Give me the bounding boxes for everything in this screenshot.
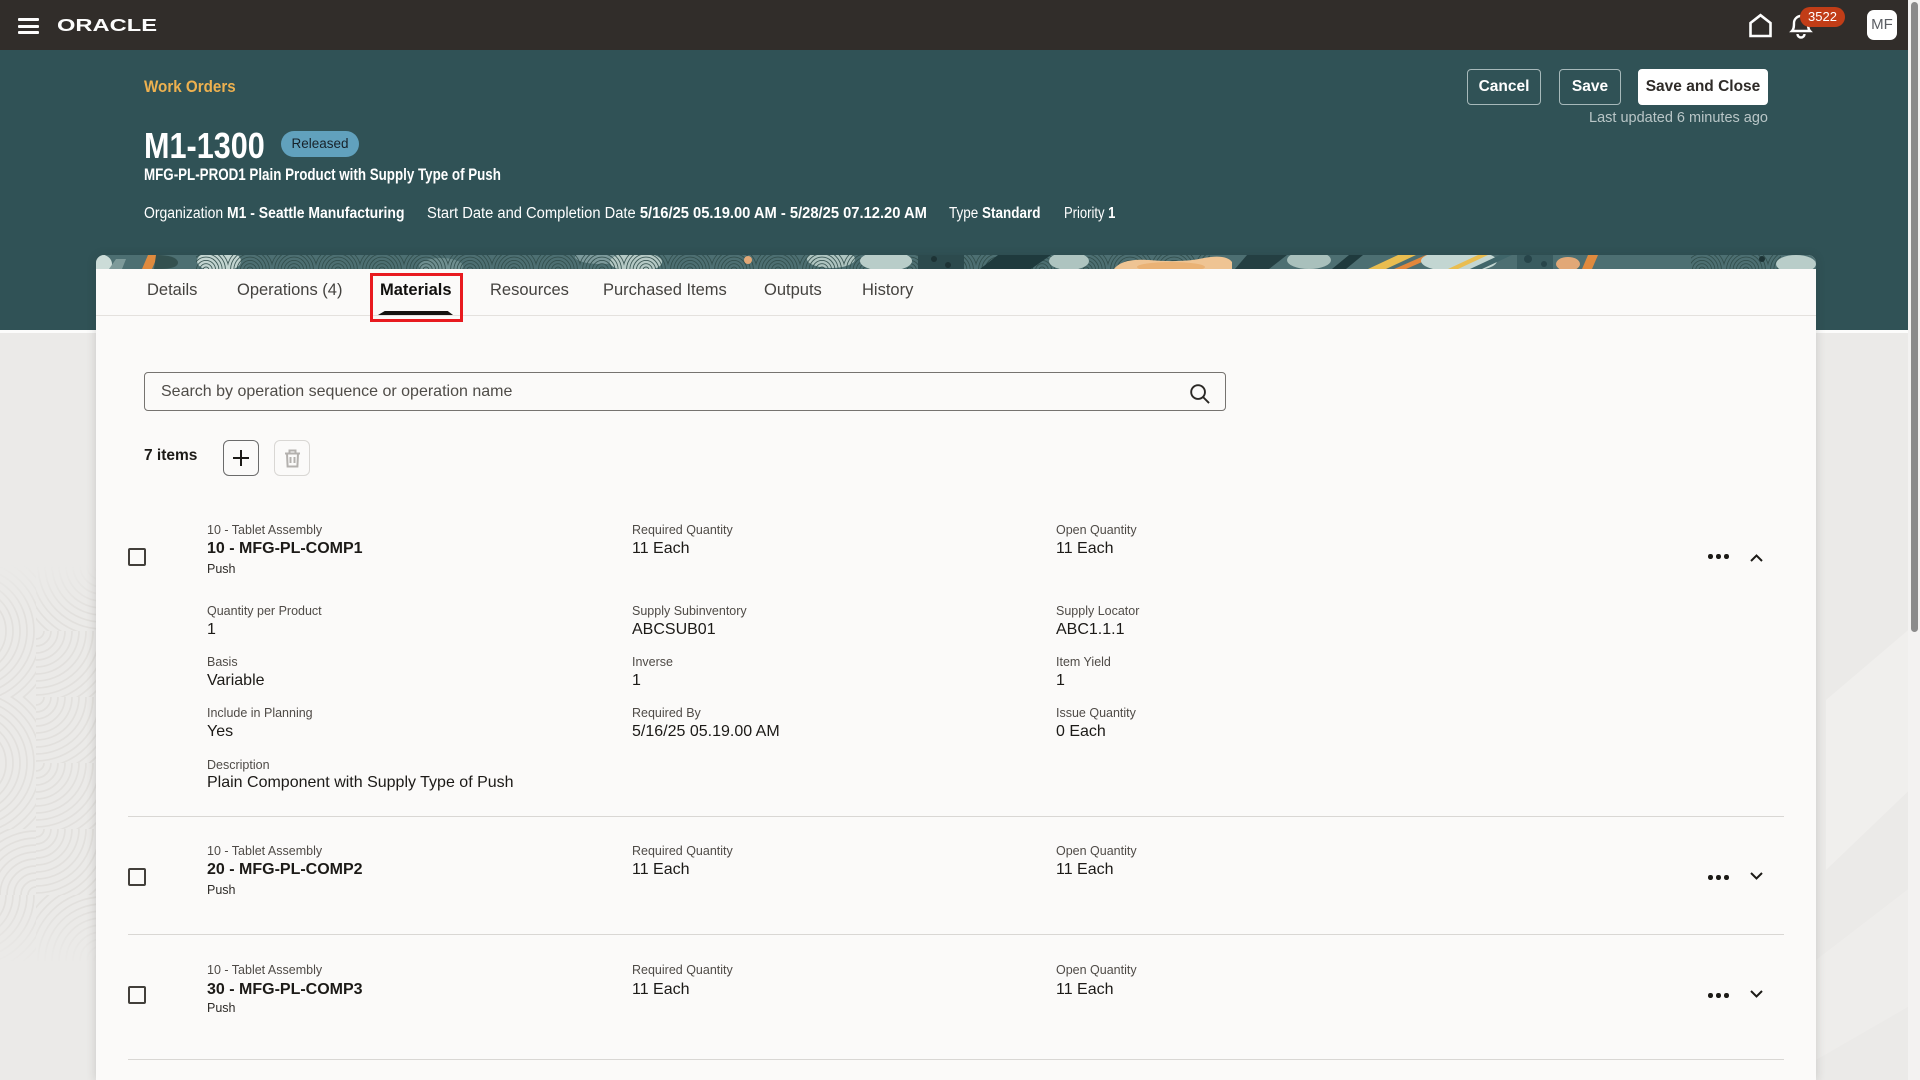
svg-text:ORACLE: ORACLE xyxy=(57,16,157,34)
